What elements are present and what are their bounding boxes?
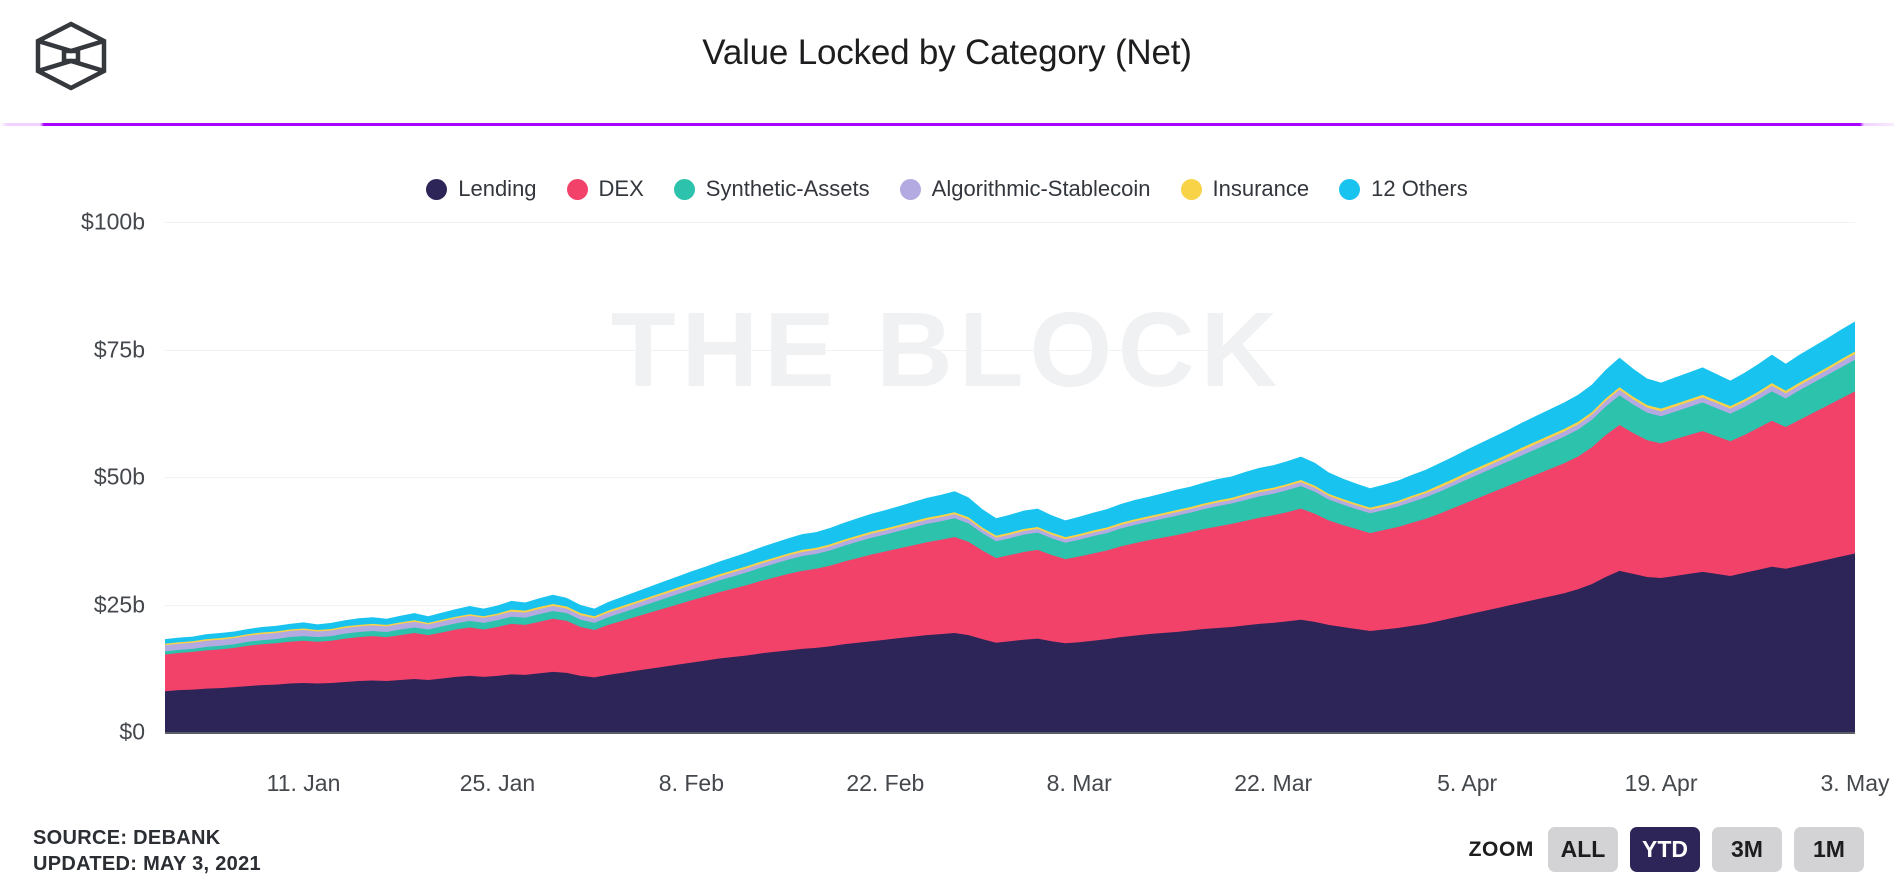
legend-swatch-icon <box>899 178 921 200</box>
source-attribution: SOURCE: DEBANK UPDATED: MAY 3, 2021 <box>33 826 261 877</box>
legend-item-12-others[interactable]: 12 Others <box>1339 176 1468 202</box>
x-axis-tick-label: 22. Mar <box>1234 770 1313 796</box>
legend-swatch-icon <box>673 178 695 200</box>
legend-item-lending[interactable]: Lending <box>426 176 537 202</box>
legend-swatch-icon <box>1180 178 1202 200</box>
legend-item-synthetic-assets[interactable]: Synthetic-Assets <box>673 176 870 202</box>
chart-header: Value Locked by Category (Net) <box>0 0 1894 128</box>
zoom-button-ytd[interactable]: YTD <box>1630 827 1700 872</box>
zoom-button-3m[interactable]: 3M <box>1712 827 1782 872</box>
page-title: Value Locked by Category (Net) <box>702 33 1192 72</box>
updated-line: UPDATED: MAY 3, 2021 <box>33 852 261 875</box>
chart-legend: Lending DEX Synthetic-Assets Algorithmic-St… <box>0 176 1894 202</box>
title-divider <box>0 123 1894 126</box>
chart-plot-area: THE BLOCK $0 $25b $50b $75b $100b <box>0 209 1894 762</box>
legend-item-label: Synthetic-Assets <box>705 176 870 201</box>
x-axis-tick-label: 3. May <box>1820 770 1890 796</box>
legend-item-label: Algorithmic-Stablecoin <box>931 176 1151 201</box>
x-axis-tick-label: 22. Feb <box>846 770 925 796</box>
y-axis-tick-label: $50b <box>93 463 145 490</box>
y-axis-tick-label: $75b <box>93 336 145 362</box>
zoom-label: ZOOM <box>1468 837 1534 861</box>
x-axis-tick-label: 11. Jan <box>266 770 341 796</box>
x-axis-tick-label: 5. Apr <box>1437 770 1498 796</box>
x-axis-tick-label: 25. Jan <box>459 770 536 796</box>
zoom-controls: ZOOM ALL YTD 3M 1M <box>1469 827 1864 872</box>
x-axis-tick-label: 8. Feb <box>658 770 724 796</box>
legend-swatch-icon <box>1339 178 1361 200</box>
y-axis-tick-label: $100b <box>81 208 145 235</box>
legend-item-algorithmic-stablecoin[interactable]: Algorithmic-Stablecoin <box>899 176 1151 202</box>
legend-item-label: Insurance <box>1212 176 1310 201</box>
legend-item-label: DEX <box>598 176 644 201</box>
legend-item-dex[interactable]: DEX <box>566 176 644 202</box>
x-axis-baseline <box>165 732 1855 734</box>
x-axis-tick-label: 8. Mar <box>1046 770 1112 796</box>
stacked-area-series <box>165 321 1855 732</box>
zoom-button-1m[interactable]: 1M <box>1794 827 1864 872</box>
x-axis: 11. Jan 25. Jan 8. Feb 22. Feb 8. Mar 22. Mar… <box>0 770 1894 804</box>
x-axis-tick-label: 19. Apr <box>1624 770 1698 796</box>
y-axis-tick-label: $0 <box>119 718 145 745</box>
chart-footer: SOURCE: DEBANK UPDATED: MAY 3, 2021 ZOOM… <box>0 820 1894 890</box>
legend-swatch-icon <box>426 178 448 200</box>
chart-page: Value Locked by Category (Net) Lending DE… <box>0 0 1894 890</box>
legend-item-insurance[interactable]: Insurance <box>1180 176 1310 202</box>
legend-item-label: Lending <box>458 176 537 201</box>
source-line: SOURCE: DEBANK <box>33 827 221 849</box>
y-axis-tick-label: $25b <box>93 591 145 617</box>
legend-swatch-icon <box>566 178 588 200</box>
zoom-button-all[interactable]: ALL <box>1548 827 1618 872</box>
legend-item-label: 12 Others <box>1371 176 1468 201</box>
